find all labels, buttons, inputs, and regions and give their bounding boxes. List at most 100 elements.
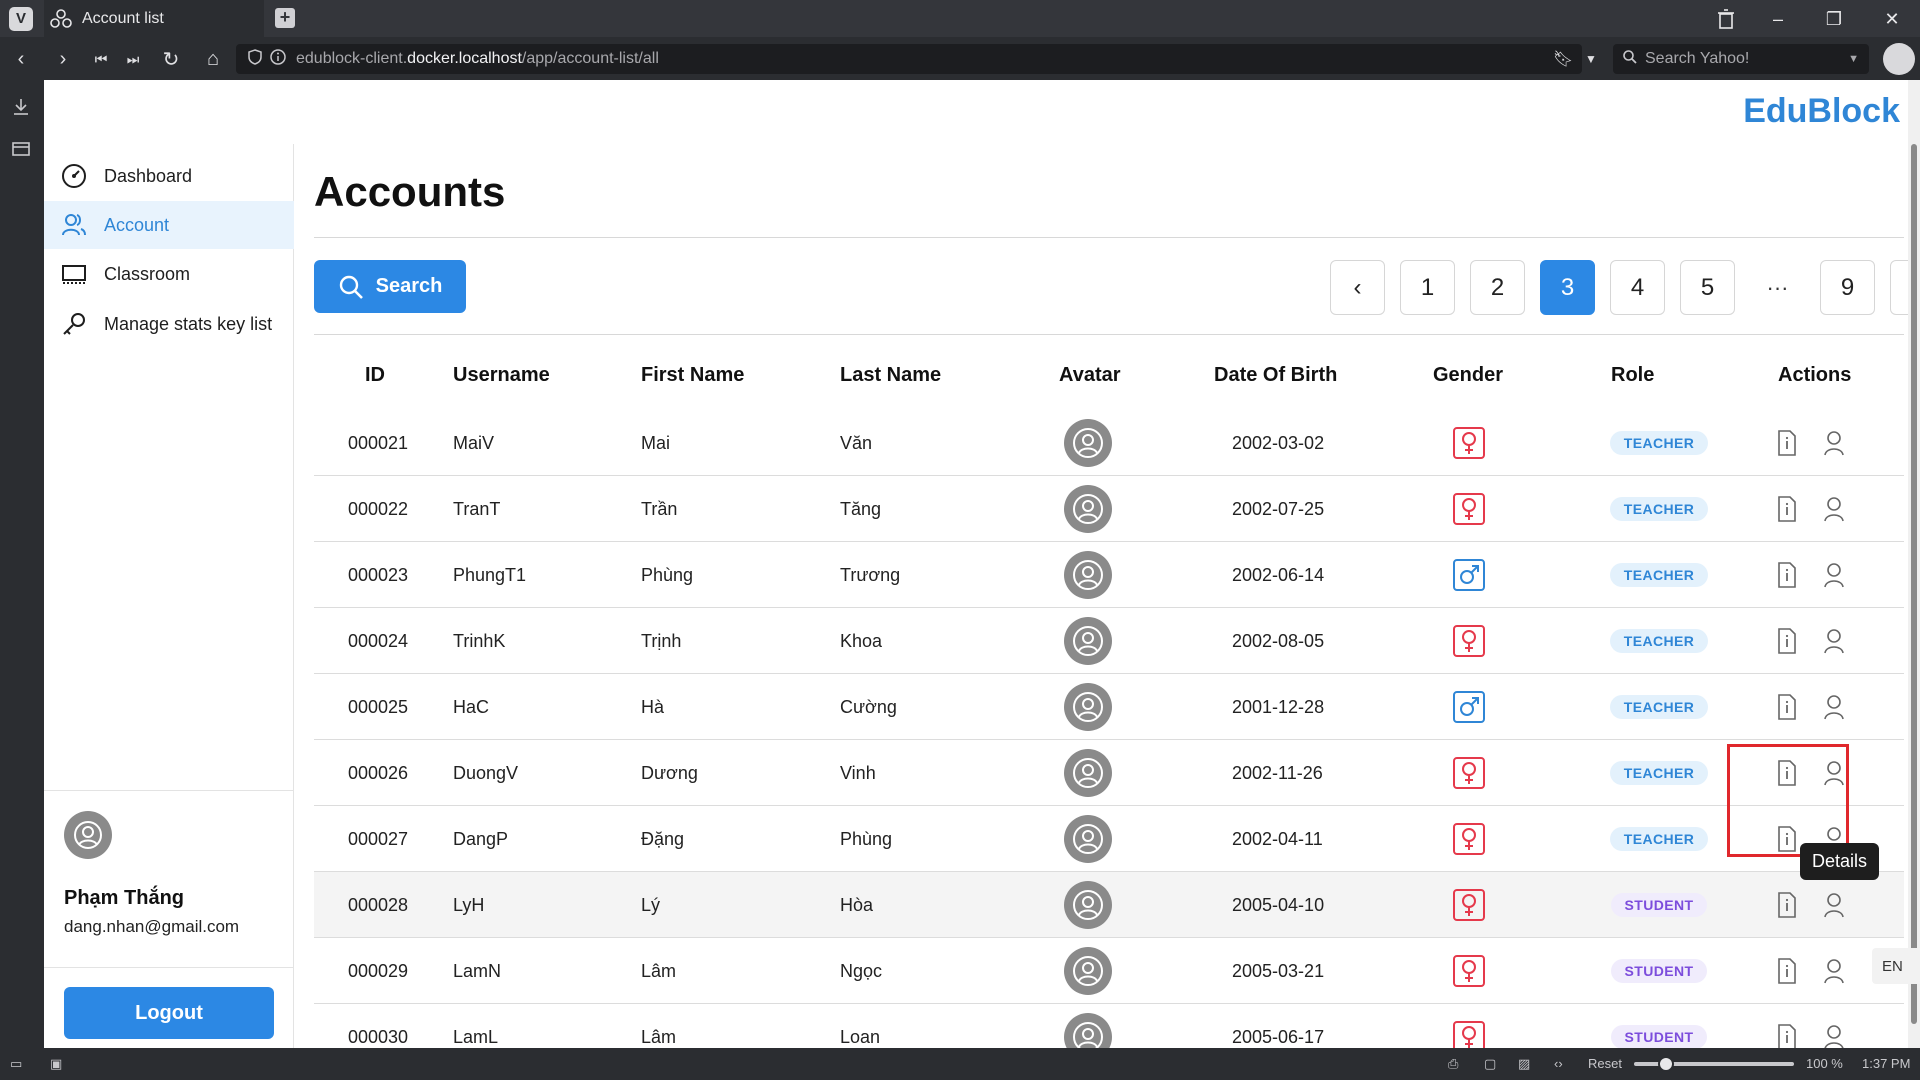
- tab-favicon-icon: [50, 8, 72, 30]
- role-badge: TEACHER: [1609, 695, 1709, 719]
- avatar[interactable]: [1064, 485, 1112, 533]
- avatar[interactable]: [1064, 749, 1112, 797]
- tiling-icon[interactable]: ▣: [50, 1056, 62, 1072]
- fast-forward-button[interactable]: ⏭: [120, 46, 146, 72]
- document-info-icon[interactable]: [1773, 624, 1801, 658]
- magnifier-icon: [1623, 49, 1637, 69]
- cell-avatar: [1064, 410, 1112, 476]
- logout-button[interactable]: Logout: [64, 987, 274, 1039]
- page-button-9[interactable]: 9: [1820, 260, 1875, 315]
- table-header: ID Username First Name Last Name Avatar …: [314, 344, 1904, 404]
- sidebar-item-manage-stats-key[interactable]: Manage stats key list: [44, 300, 294, 348]
- page-button-3[interactable]: 3: [1540, 260, 1595, 315]
- user-details-icon[interactable]: [1820, 954, 1848, 988]
- page-viewport: EduBlock Dashboard Account Classroom Man…: [44, 80, 1920, 1048]
- user-details-icon[interactable]: [1820, 558, 1848, 592]
- avatar[interactable]: [1064, 881, 1112, 929]
- user-details-icon[interactable]: [1820, 624, 1848, 658]
- browser-tab[interactable]: Account list: [44, 0, 264, 37]
- new-tab-button[interactable]: +: [275, 8, 295, 28]
- sidebar-item-classroom[interactable]: Classroom: [44, 250, 294, 298]
- sidebar-item-dashboard[interactable]: Dashboard: [44, 152, 294, 200]
- bookmark-icon[interactable]: 🔖︎: [1550, 46, 1576, 72]
- cell-gender: [1453, 674, 1485, 740]
- cell-last-name: Tăng: [840, 498, 882, 519]
- url-field[interactable]: edublock-client.docker.localhost/app/acc…: [236, 44, 1582, 74]
- browser-address-bar: ‹ › ⏮ ⏭ ↻ ⌂ edublock-client.docker.local…: [0, 37, 1920, 80]
- avatar[interactable]: [64, 811, 112, 859]
- brand-logo[interactable]: EduBlock: [1743, 92, 1900, 131]
- image-toggle-icon[interactable]: ▨: [1518, 1056, 1530, 1072]
- avatar[interactable]: [1064, 815, 1112, 863]
- downloads-icon[interactable]: [10, 96, 32, 118]
- page-button-2[interactable]: 2: [1470, 260, 1525, 315]
- document-info-icon[interactable]: [1773, 1020, 1801, 1048]
- table-row: 000024 TrinhK Trịnh Khoa 2002-08-05 TEACHER: [314, 608, 1904, 674]
- restore-button[interactable]: ❐: [1822, 7, 1846, 31]
- document-info-icon[interactable]: [1773, 426, 1801, 460]
- avatar[interactable]: [1064, 419, 1112, 467]
- page-button-1[interactable]: 1: [1400, 260, 1455, 315]
- capture-icon[interactable]: ⎙: [1448, 1056, 1458, 1072]
- page-button-5[interactable]: 5: [1680, 260, 1735, 315]
- panel-toggle-icon[interactable]: ▭: [10, 1056, 22, 1072]
- avatar[interactable]: [1064, 551, 1112, 599]
- search-engine-field[interactable]: Search Yahoo! ▼: [1613, 44, 1869, 74]
- zoom-slider[interactable]: [1634, 1056, 1794, 1072]
- user-details-icon[interactable]: [1820, 426, 1848, 460]
- female-icon: [1453, 955, 1485, 987]
- window-panel-icon[interactable]: [10, 138, 32, 160]
- site-info-icon[interactable]: [270, 48, 286, 70]
- document-info-icon[interactable]: [1773, 492, 1801, 526]
- cell-gender: [1453, 542, 1485, 608]
- cell-username: LamL: [453, 1026, 499, 1047]
- cell-avatar: [1064, 1004, 1112, 1048]
- cell-date-of-birth: 2002-08-05: [1232, 630, 1325, 651]
- document-info-icon[interactable]: [1773, 690, 1801, 724]
- reload-button[interactable]: ↻: [158, 46, 184, 72]
- document-info-icon[interactable]: [1773, 558, 1801, 592]
- language-option-vi[interactable]: VI: [1913, 958, 1920, 975]
- page-actions-icon[interactable]: ‹›: [1554, 1056, 1563, 1071]
- minimize-button[interactable]: –: [1766, 7, 1790, 31]
- trash-icon[interactable]: [1714, 7, 1738, 31]
- window-sizer-icon[interactable]: ▢: [1484, 1056, 1496, 1072]
- bookmark-dropdown-icon[interactable]: ▼: [1578, 46, 1604, 72]
- user-details-icon[interactable]: [1820, 1020, 1848, 1048]
- sidebar-item-account[interactable]: Account: [44, 201, 294, 249]
- avatar[interactable]: [1064, 617, 1112, 665]
- prev-page-button[interactable]: ‹: [1330, 260, 1385, 315]
- avatar[interactable]: [1064, 947, 1112, 995]
- language-option-en[interactable]: EN: [1872, 958, 1913, 975]
- cell-first-name: Trần: [641, 498, 678, 519]
- search-engine-placeholder: Search Yahoo!: [1645, 50, 1750, 67]
- home-button[interactable]: ⌂: [200, 46, 226, 72]
- rewind-button[interactable]: ⏮: [88, 46, 114, 72]
- zoom-slider-handle[interactable]: [1658, 1056, 1674, 1072]
- scrollbar-thumb[interactable]: [1911, 144, 1917, 1024]
- cell-date-of-birth: 2002-03-02: [1232, 432, 1325, 453]
- close-window-button[interactable]: ✕: [1880, 7, 1904, 31]
- search-engine-dropdown-icon[interactable]: ▼: [1848, 53, 1859, 65]
- column-header-id: ID: [365, 364, 385, 386]
- browser-menu-icon[interactable]: V: [9, 6, 33, 31]
- user-details-icon[interactable]: [1820, 888, 1848, 922]
- profile-avatar-button[interactable]: [1883, 43, 1915, 75]
- sidebar-item-label: Account: [104, 214, 170, 235]
- cell-avatar: [1064, 674, 1112, 740]
- forward-button[interactable]: ›: [50, 46, 76, 72]
- column-header-username: Username: [453, 364, 550, 386]
- zoom-reset-button[interactable]: Reset: [1588, 1056, 1622, 1071]
- page-scrollbar[interactable]: [1908, 80, 1920, 1048]
- avatar[interactable]: [1064, 683, 1112, 731]
- back-button[interactable]: ‹: [8, 46, 34, 72]
- document-info-icon[interactable]: [1773, 954, 1801, 988]
- search-button[interactable]: Search: [314, 260, 466, 313]
- document-info-icon[interactable]: [1773, 888, 1801, 922]
- user-details-icon[interactable]: [1820, 690, 1848, 724]
- user-details-icon[interactable]: [1820, 492, 1848, 526]
- page-button-4[interactable]: 4: [1610, 260, 1665, 315]
- avatar[interactable]: [1064, 1013, 1112, 1048]
- divider: [314, 237, 1904, 238]
- role-badge: STUDENT: [1610, 959, 1708, 983]
